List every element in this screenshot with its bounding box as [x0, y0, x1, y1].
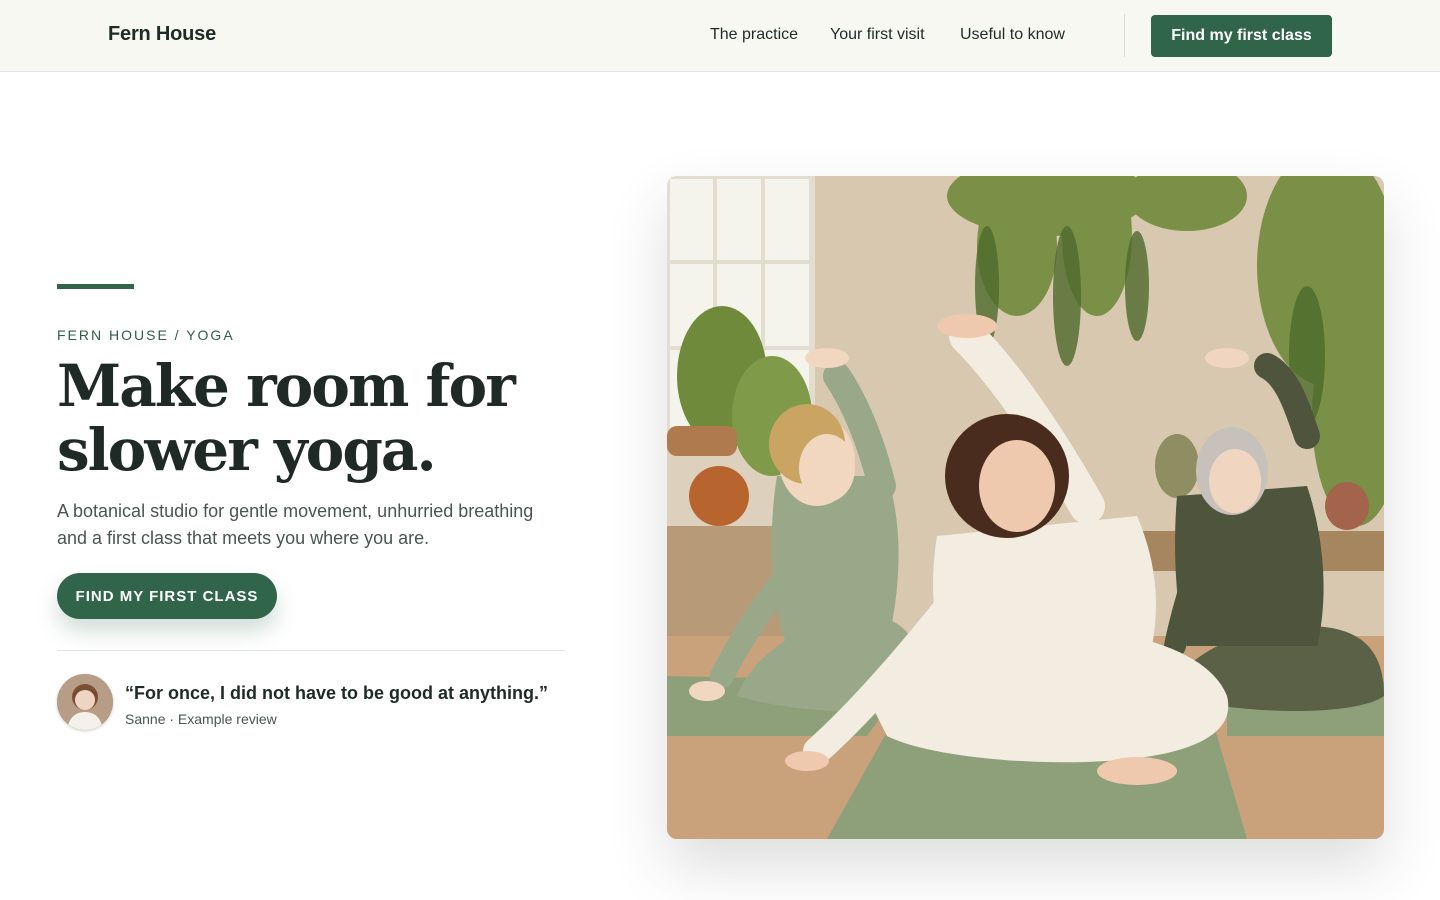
hero-cta-button[interactable]: FIND MY FIRST CLASS [57, 573, 277, 619]
accent-rule [57, 284, 134, 289]
nav-link-the-practice[interactable]: The practice [710, 26, 798, 44]
nav-link-your-first-visit[interactable]: Your first visit [830, 26, 925, 44]
nav-divider [1124, 14, 1125, 57]
hero-headline: Make room for slower yoga. [57, 352, 516, 484]
site-header: Fern House The practice Your first visit… [0, 0, 1440, 72]
hero-yoga-photo [667, 176, 1384, 839]
hero-eyebrow: FERN HOUSE / YOGA [57, 327, 235, 343]
hero-lede: A botanical studio for gentle movement, … [57, 501, 534, 548]
section-divider [57, 650, 565, 651]
reviewer-avatar-icon [57, 674, 113, 730]
nav-link-useful-to-know[interactable]: Useful to know [960, 26, 1065, 44]
header-cta-button[interactable]: Find my first class [1151, 15, 1332, 57]
review-quote: “For once, I did not have to be good at … [125, 683, 548, 703]
brand-logo[interactable]: Fern House [108, 23, 216, 46]
review-attribution: Sanne · Example review [125, 711, 277, 727]
